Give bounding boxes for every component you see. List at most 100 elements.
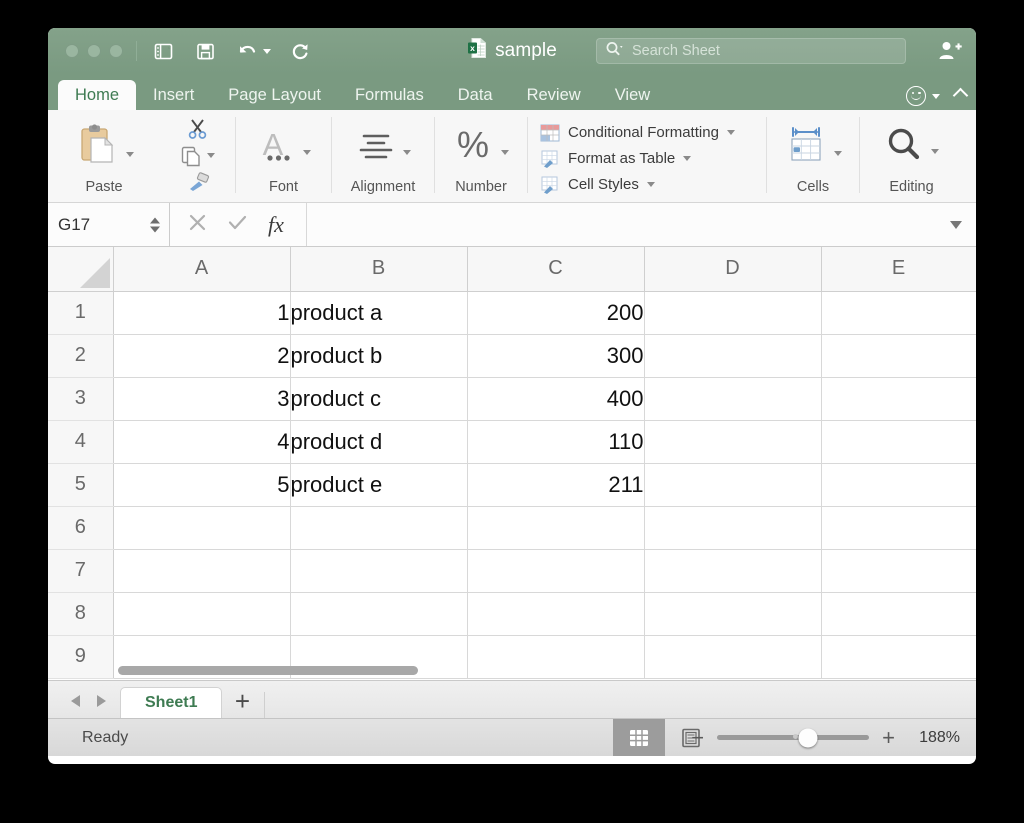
magnifier-icon[interactable] — [884, 125, 924, 170]
copy-dropdown-caret-icon[interactable] — [207, 153, 215, 159]
cell-d1[interactable] — [644, 291, 822, 335]
column-header-a[interactable]: A — [113, 247, 291, 292]
cell-b4[interactable]: product d — [290, 420, 468, 464]
cancel-x-icon[interactable] — [188, 213, 207, 237]
cells-icon[interactable] — [784, 124, 828, 171]
row-header-1[interactable]: 1 — [48, 291, 114, 335]
chevron-down-icon[interactable] — [950, 220, 962, 229]
cell-e8[interactable] — [821, 592, 976, 636]
cell-a2[interactable]: 2 — [113, 334, 291, 378]
cell-b5[interactable]: product e — [290, 463, 468, 507]
cell-c4[interactable]: 110 — [467, 420, 645, 464]
smiley-face-icon[interactable] — [906, 86, 926, 106]
cell-d9[interactable] — [644, 635, 822, 679]
cell-a6[interactable] — [113, 506, 291, 550]
cell-styles-button[interactable]: Cell Styles — [536, 172, 766, 198]
sheet-tab-sheet1[interactable]: Sheet1 — [120, 687, 223, 718]
save-icon[interactable] — [190, 36, 220, 66]
smiley-dropdown-caret-icon[interactable] — [932, 93, 940, 99]
add-sheet-button[interactable]: + — [222, 684, 262, 718]
column-header-b[interactable]: B — [290, 247, 468, 292]
cell-e9[interactable] — [821, 635, 976, 679]
copy-tool[interactable] — [160, 145, 235, 167]
fx-icon[interactable]: fx — [268, 212, 284, 238]
cell-d5[interactable] — [644, 463, 822, 507]
conditional-formatting-caret-icon[interactable] — [726, 130, 735, 135]
tab-page-layout[interactable]: Page Layout — [211, 80, 338, 110]
minimize-button[interactable] — [87, 44, 101, 58]
cell-a7[interactable] — [113, 549, 291, 593]
cell-d4[interactable] — [644, 420, 822, 464]
row-header-9[interactable]: 9 — [48, 635, 114, 679]
cell-c5[interactable]: 211 — [467, 463, 645, 507]
cell-a8[interactable] — [113, 592, 291, 636]
undo-dropdown-caret-icon[interactable] — [263, 48, 271, 54]
cell-b1[interactable]: product a — [290, 291, 468, 335]
next-sheet-arrow-icon[interactable] — [88, 684, 114, 718]
window-controls[interactable] — [65, 44, 123, 58]
cell-c8[interactable] — [467, 592, 645, 636]
cell-e2[interactable] — [821, 334, 976, 378]
alignment-dropdown-caret-icon[interactable] — [402, 149, 411, 155]
number-dropdown-caret-icon[interactable] — [500, 149, 509, 155]
cell-e5[interactable] — [821, 463, 976, 507]
chevron-up-icon[interactable] — [952, 87, 969, 103]
format-painter-tool[interactable] — [160, 171, 235, 192]
zoom-slider[interactable] — [717, 728, 870, 747]
cell-d7[interactable] — [644, 549, 822, 593]
cell-e3[interactable] — [821, 377, 976, 421]
name-box[interactable]: G17 — [48, 203, 170, 246]
cell-e1[interactable] — [821, 291, 976, 335]
cell-e7[interactable] — [821, 549, 976, 593]
font-icon[interactable]: A — [256, 125, 296, 170]
row-header-5[interactable]: 5 — [48, 463, 114, 507]
cell-d8[interactable] — [644, 592, 822, 636]
row-header-3[interactable]: 3 — [48, 377, 114, 421]
cell-d6[interactable] — [644, 506, 822, 550]
row-header-2[interactable]: 2 — [48, 334, 114, 378]
tab-view[interactable]: View — [598, 80, 667, 110]
conditional-formatting-button[interactable]: Conditional Formatting — [536, 120, 766, 146]
name-box-stepper[interactable] — [150, 217, 160, 232]
zoom-slider-handle[interactable] — [798, 728, 818, 747]
cell-b2[interactable]: product b — [290, 334, 468, 378]
cell-e6[interactable] — [821, 506, 976, 550]
tab-review[interactable]: Review — [510, 80, 598, 110]
format-as-table-button[interactable]: Format as Table — [536, 146, 766, 172]
cell-a5[interactable]: 5 — [113, 463, 291, 507]
cell-c1[interactable]: 200 — [467, 291, 645, 335]
cell-a3[interactable]: 3 — [113, 377, 291, 421]
cells-dropdown-caret-icon[interactable] — [834, 150, 842, 156]
cell-b6[interactable] — [290, 506, 468, 550]
column-header-c[interactable]: C — [467, 247, 645, 292]
tab-insert[interactable]: Insert — [136, 80, 211, 110]
cell-a4[interactable]: 4 — [113, 420, 291, 464]
row-header-6[interactable]: 6 — [48, 506, 114, 550]
editing-dropdown-caret-icon[interactable] — [931, 148, 939, 154]
maximize-button[interactable] — [109, 44, 123, 58]
cell-b3[interactable]: product c — [290, 377, 468, 421]
cell-e4[interactable] — [821, 420, 976, 464]
cell-b7[interactable] — [290, 549, 468, 593]
format-as-table-caret-icon[interactable] — [683, 156, 692, 161]
row-header-7[interactable]: 7 — [48, 549, 114, 593]
close-button[interactable] — [65, 44, 79, 58]
font-dropdown-caret-icon[interactable] — [303, 149, 311, 155]
horizontal-scrollbar[interactable] — [118, 666, 418, 675]
prev-sheet-arrow-icon[interactable] — [62, 684, 88, 718]
cell-styles-caret-icon[interactable] — [646, 182, 655, 187]
cell-d2[interactable] — [644, 334, 822, 378]
formula-input[interactable] — [305, 203, 976, 246]
cell-c3[interactable]: 400 — [467, 377, 645, 421]
column-header-e[interactable]: E — [821, 247, 976, 292]
percent-icon[interactable]: % — [454, 124, 494, 170]
tab-data[interactable]: Data — [441, 80, 510, 110]
select-all-corner[interactable] — [48, 247, 114, 292]
clipboard-paste-icon[interactable] — [74, 122, 120, 173]
zoom-in-button[interactable]: + — [882, 726, 895, 749]
search-input[interactable]: Search Sheet — [596, 38, 906, 64]
confirm-check-icon[interactable] — [227, 213, 248, 237]
tab-formulas[interactable]: Formulas — [338, 80, 441, 110]
cell-c7[interactable] — [467, 549, 645, 593]
normal-view-icon[interactable] — [613, 719, 665, 756]
